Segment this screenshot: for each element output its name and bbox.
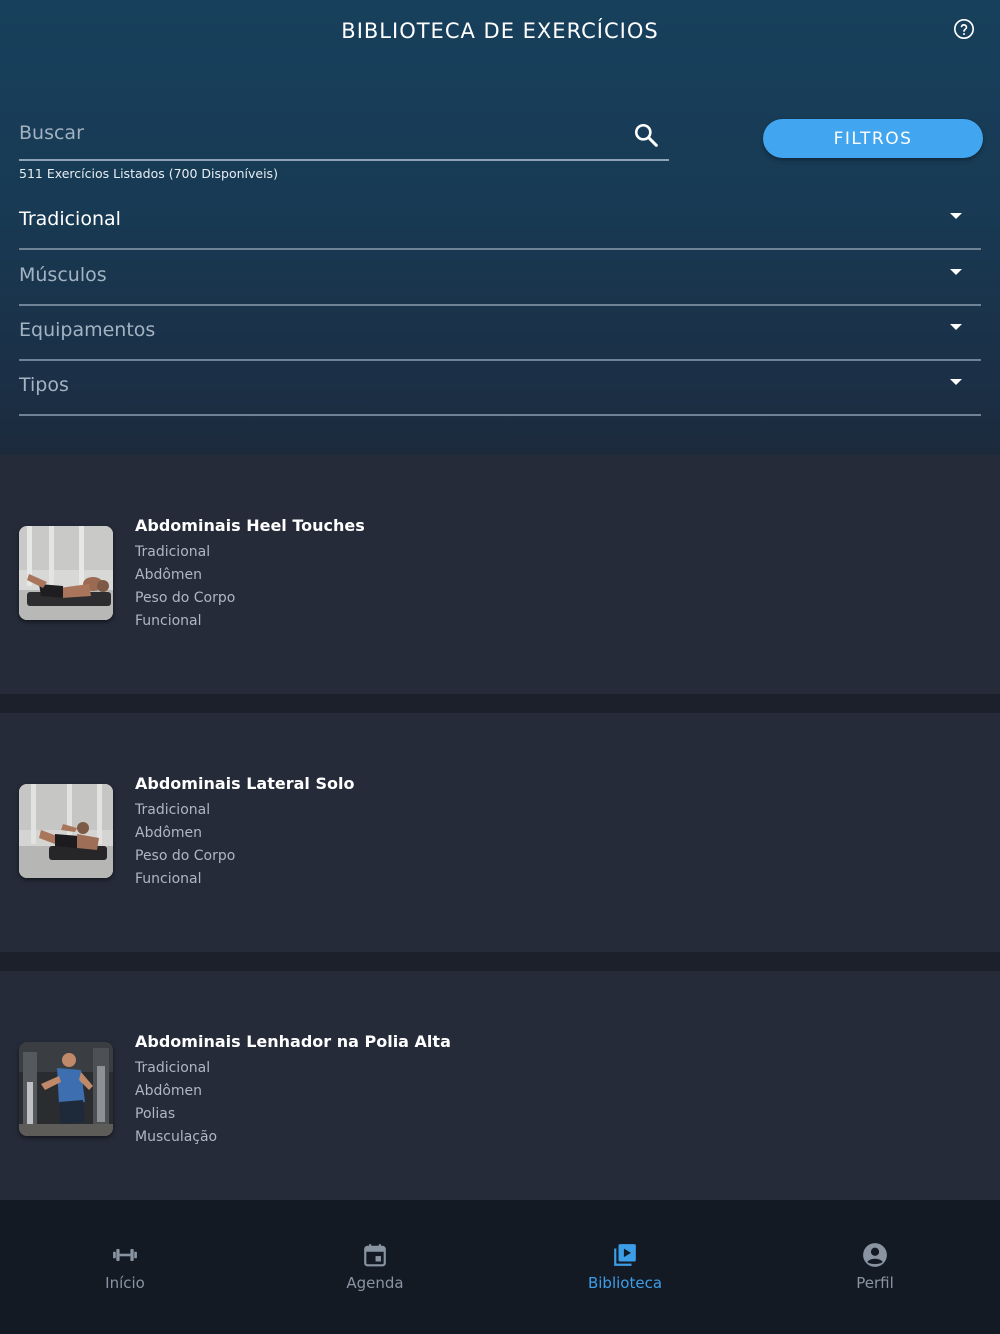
dropdown-equipamentos[interactable]: Equipamentos	[19, 307, 981, 361]
exercise-title: Abdominais Heel Touches	[135, 516, 365, 535]
exercise-tag: Funcional	[135, 613, 202, 629]
exercise-tag: Peso do Corpo	[135, 590, 236, 606]
tab-label: Perfil	[856, 1274, 894, 1292]
exercise-card[interactable]: Abdominais Lenhador na Polia Alta Tradic…	[0, 971, 1000, 1200]
exercise-tag: Peso do Corpo	[135, 848, 236, 864]
exercise-photo	[19, 1042, 113, 1136]
dropdown-label: Equipamentos	[19, 319, 156, 341]
exercise-thumbnail	[19, 526, 113, 620]
filters-button[interactable]: FILTROS	[763, 119, 983, 158]
calendar-icon	[364, 1244, 386, 1267]
exercise-count-text: 511 Exercícios Listados (700 Disponíveis…	[19, 166, 278, 181]
caret-down-icon	[950, 324, 962, 330]
search-field	[19, 106, 669, 161]
exercise-tag: Musculação	[135, 1129, 218, 1145]
help-icon[interactable]	[953, 18, 975, 40]
tab-label: Biblioteca	[587, 1274, 663, 1292]
exercise-title: Abdominais Lateral Solo	[135, 774, 355, 793]
exercise-tag: Tradicional	[135, 1060, 211, 1076]
header-panel: BIBLIOTECA DE EXERCÍCIOS 511 Exercícios …	[0, 0, 1000, 455]
exercise-tag: Funcional	[135, 871, 202, 887]
search-icon[interactable]	[633, 122, 659, 148]
exercise-list[interactable]: Abdominais Heel Touches Tradicional Abdô…	[0, 455, 1000, 1200]
exercise-card[interactable]: Abdominais Lateral Solo Tradicional Abdô…	[0, 713, 1000, 952]
exercise-photo	[19, 526, 113, 620]
dropdown-tipos[interactable]: Tipos	[19, 362, 981, 416]
exercise-tag: Abdômen	[135, 825, 203, 841]
exercise-title: Abdominais Lenhador na Polia Alta	[135, 1032, 451, 1051]
app-root: BIBLIOTECA DE EXERCÍCIOS 511 Exercícios …	[0, 0, 1000, 1334]
tab-label: Agenda	[346, 1274, 404, 1292]
dropdown-label: Músculos	[19, 264, 107, 286]
exercise-thumbnail	[19, 784, 113, 878]
page-title: BIBLIOTECA DE EXERCÍCIOS	[341, 19, 659, 43]
bottom-tab-bar: Início Agenda Biblioteca Perfil	[0, 1200, 1000, 1334]
exercise-thumbnail	[19, 1042, 113, 1136]
video-library-icon	[614, 1244, 636, 1266]
caret-down-icon	[950, 269, 962, 275]
exercise-tag: Tradicional	[135, 544, 211, 560]
exercise-tag: Abdômen	[135, 1083, 203, 1099]
dumbbell-icon	[113, 1249, 137, 1261]
tab-biblioteca[interactable]: Biblioteca	[500, 1200, 750, 1334]
exercise-photo	[19, 784, 113, 878]
dropdown-label: Tipos	[19, 374, 69, 396]
caret-down-icon	[950, 379, 962, 385]
exercise-tag: Tradicional	[135, 802, 211, 818]
dropdown-label: Tradicional	[19, 208, 121, 230]
caret-down-icon	[950, 213, 962, 219]
search-input[interactable]	[19, 116, 619, 150]
account-circle-icon	[863, 1243, 887, 1267]
tab-label: Início	[105, 1274, 145, 1292]
exercise-tag: Polias	[135, 1106, 176, 1122]
exercise-tag: Abdômen	[135, 567, 203, 583]
exercise-card[interactable]: Abdominais Heel Touches Tradicional Abdô…	[0, 455, 1000, 694]
tab-inicio[interactable]: Início	[0, 1200, 250, 1334]
tab-perfil[interactable]: Perfil	[750, 1200, 1000, 1334]
dropdown-tradicional[interactable]: Tradicional	[19, 196, 981, 250]
tab-agenda[interactable]: Agenda	[250, 1200, 500, 1334]
dropdown-musculos[interactable]: Músculos	[19, 252, 981, 306]
